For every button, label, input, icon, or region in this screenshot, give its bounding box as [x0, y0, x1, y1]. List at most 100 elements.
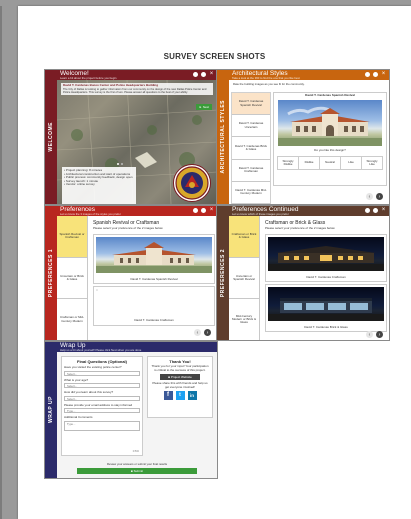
source-select[interactable]: Select... [64, 395, 140, 401]
rating-option[interactable]: Strongly Like [362, 157, 382, 169]
thank-you-card: Thank You! Thank you for your input! You… [147, 356, 213, 418]
prefs-option[interactable]: Spanish Revival or Craftsman [57, 216, 87, 258]
next-button[interactable]: ► Next [196, 104, 212, 110]
char-counter: 0/500 [132, 450, 139, 453]
prefs2-option-list: Craftsman or Brick & Glass Uncertain or … [229, 216, 260, 340]
facebook-icon[interactable]: f [163, 391, 173, 401]
info-icon[interactable] [373, 208, 378, 213]
prefs-nav: ‹ › [194, 329, 211, 336]
help-icon[interactable] [193, 208, 198, 213]
comments-field[interactable]: Type... [64, 420, 140, 431]
visited-select[interactable]: Select... [64, 370, 140, 376]
wrap-header: Wrap Up Help us a bit about yourself! Pl… [57, 342, 217, 352]
wrap-side-tab[interactable]: WRAP UP [45, 342, 57, 478]
close-icon[interactable]: × [209, 71, 214, 77]
page-title: SURVEY SCREEN SHOTS [163, 52, 266, 61]
thanks-text: Thank you for your input! Your participa… [151, 364, 209, 372]
info-icon[interactable] [201, 208, 206, 213]
prefs-option[interactable]: Uncertain or Brick & Glass [57, 258, 87, 300]
prefs2-option[interactable]: Craftsman or Brick & Glass [229, 216, 259, 258]
image-placeholder: □ [96, 288, 98, 292]
prefs2-image-option-1[interactable]: David T. Cardenas Craftsman [265, 234, 387, 282]
previous-button[interactable]: ‹ [366, 331, 373, 338]
prefs-header: Preferences Let us know the 3 images of … [57, 206, 217, 216]
rating-option[interactable]: Strongly Dislike [278, 157, 299, 169]
city-seal-logo [173, 164, 211, 202]
footer-text: Review your answers or submit your final… [107, 462, 167, 467]
prefs2-body: Craftsman or Brick & Glass Uncertain or … [229, 216, 389, 340]
prefs-side-tab[interactable]: PREFERENCES 1 [45, 206, 57, 340]
field-label: Have you visited the existing police cen… [64, 365, 122, 369]
age-select[interactable]: Select... [64, 383, 140, 388]
close-icon[interactable]: × [209, 207, 214, 213]
close-icon[interactable]: × [381, 71, 386, 77]
share-text: Please share this with friends and help … [152, 381, 208, 389]
arch-photo-title: David T. Cardenas Spanish Revival [305, 93, 355, 97]
arch-question: Do you like this design? [314, 148, 346, 152]
project-website-button[interactable]: ■ Project Website [160, 374, 200, 381]
arch-instruction: Rate the building images as you see fit … [233, 82, 305, 86]
help-icon[interactable] [365, 208, 370, 213]
email-field[interactable]: Type... [64, 408, 140, 413]
welcome-body: David T. Cardenas Buceo Center and Polic… [57, 80, 217, 204]
prefs2-header: Preferences Continued Let us know which … [229, 206, 389, 216]
welcome-info-box: • Project planning: 8 minutes • Architec… [62, 167, 136, 204]
previous-button[interactable]: ‹ [194, 329, 201, 336]
prefs-image-option-2[interactable]: □ David T. Cardenas Craftsman [93, 286, 215, 326]
arch-side-tab[interactable]: ARCHITECTURAL STYLES [217, 70, 229, 204]
arch-option[interactable]: David T. Cardenas Mid-Century Modern [232, 182, 270, 203]
prefs-option[interactable]: Craftsman or Mid-Century Modern [57, 299, 87, 340]
prefs2-image-option-2[interactable]: David T. Cardenas Brick & Glass [265, 284, 387, 332]
rating-option[interactable]: Like [341, 157, 362, 169]
prefs2-instruction: Please select your preference of the 2 i… [265, 226, 335, 230]
prefs-image-option-1[interactable]: David T. Cardenas Spanish Revival [93, 234, 215, 284]
welcome-header: Welcome! Learn a bit about the project b… [57, 70, 217, 80]
help-icon[interactable] [193, 72, 198, 77]
prefs2-option[interactable]: Mid-Century Modern or Brick & Glass [229, 299, 259, 340]
submit-button[interactable]: ■ Submit [77, 468, 197, 474]
welcome-side-tab[interactable]: WELCOME [45, 70, 57, 204]
linkedin-icon[interactable]: in [187, 391, 197, 401]
next-button[interactable]: › [376, 331, 383, 338]
next-button[interactable]: › [376, 193, 383, 200]
image-caption: David T. Cardenas Spanish Revival [130, 277, 178, 282]
arch-option[interactable]: David T. Cardenas Brick & Glass [232, 137, 270, 160]
info-icon[interactable] [373, 72, 378, 77]
submit-footer: Review your answers or submit your final… [77, 463, 197, 474]
wrap-panel: WRAP UP Wrap Up Help us a bit about your… [44, 341, 218, 479]
building-photo-spanish-revival [96, 237, 212, 273]
arch-option[interactable]: David T. Cardenas Craftsman [232, 160, 270, 182]
rating-option[interactable]: Dislike [299, 157, 320, 169]
welcome-panel: WELCOME Welcome! Learn a bit about the p… [44, 69, 218, 205]
prefs2-side-tab[interactable]: PREFERENCES 2 [217, 206, 229, 340]
field-label: Please provide your email address to sta… [64, 402, 133, 407]
field-label: What is your age? [64, 377, 89, 382]
image-caption: David T. Cardenas Craftsman [134, 318, 174, 323]
arch-nav: ‹ › [366, 193, 383, 200]
final-questions-form: Final Questions (Optional) Have you visi… [61, 356, 143, 456]
page-edge-shadow [0, 6, 2, 519]
form-title: Final Questions (Optional) [77, 359, 127, 364]
close-icon[interactable]: × [381, 207, 386, 213]
image-caption: David T. Cardenas Brick & Glass [304, 325, 348, 330]
arch-header: Architectural Styles Take a look at the … [229, 70, 389, 80]
twitter-icon[interactable]: t [175, 391, 185, 401]
arch-body: Rate the building images as you see fit … [229, 80, 389, 204]
field-label: How did you learn about this survey? [64, 390, 114, 394]
image-caption: David T. Cardenas Craftsman [306, 275, 346, 280]
rating-scale: Strongly Dislike Dislike Neutral Like St… [277, 156, 383, 170]
prefs-panel: PREFERENCES 1 Preferences Let us know th… [44, 205, 218, 341]
help-icon[interactable] [365, 72, 370, 77]
rating-option[interactable]: Neutral [320, 157, 341, 169]
arch-image-card: David T. Cardenas Spanish Revival Do you… [273, 92, 387, 186]
carousel-dots[interactable] [117, 163, 123, 165]
arch-option[interactable]: David T. Cardenas Spanish Revival [232, 93, 270, 116]
prefs2-option[interactable]: Uncertain or Spanish Revival [229, 258, 259, 300]
previous-button[interactable]: ‹ [366, 193, 373, 200]
next-button[interactable]: › [204, 329, 211, 336]
social-links: f t in [150, 391, 210, 401]
info-icon[interactable] [201, 72, 206, 77]
arch-option[interactable]: David T. Cardenas Uncertain [232, 115, 270, 138]
building-photo-craftsman-night [268, 237, 384, 271]
arch-panel: ARCHITECTURAL STYLES Architectural Style… [216, 69, 390, 205]
